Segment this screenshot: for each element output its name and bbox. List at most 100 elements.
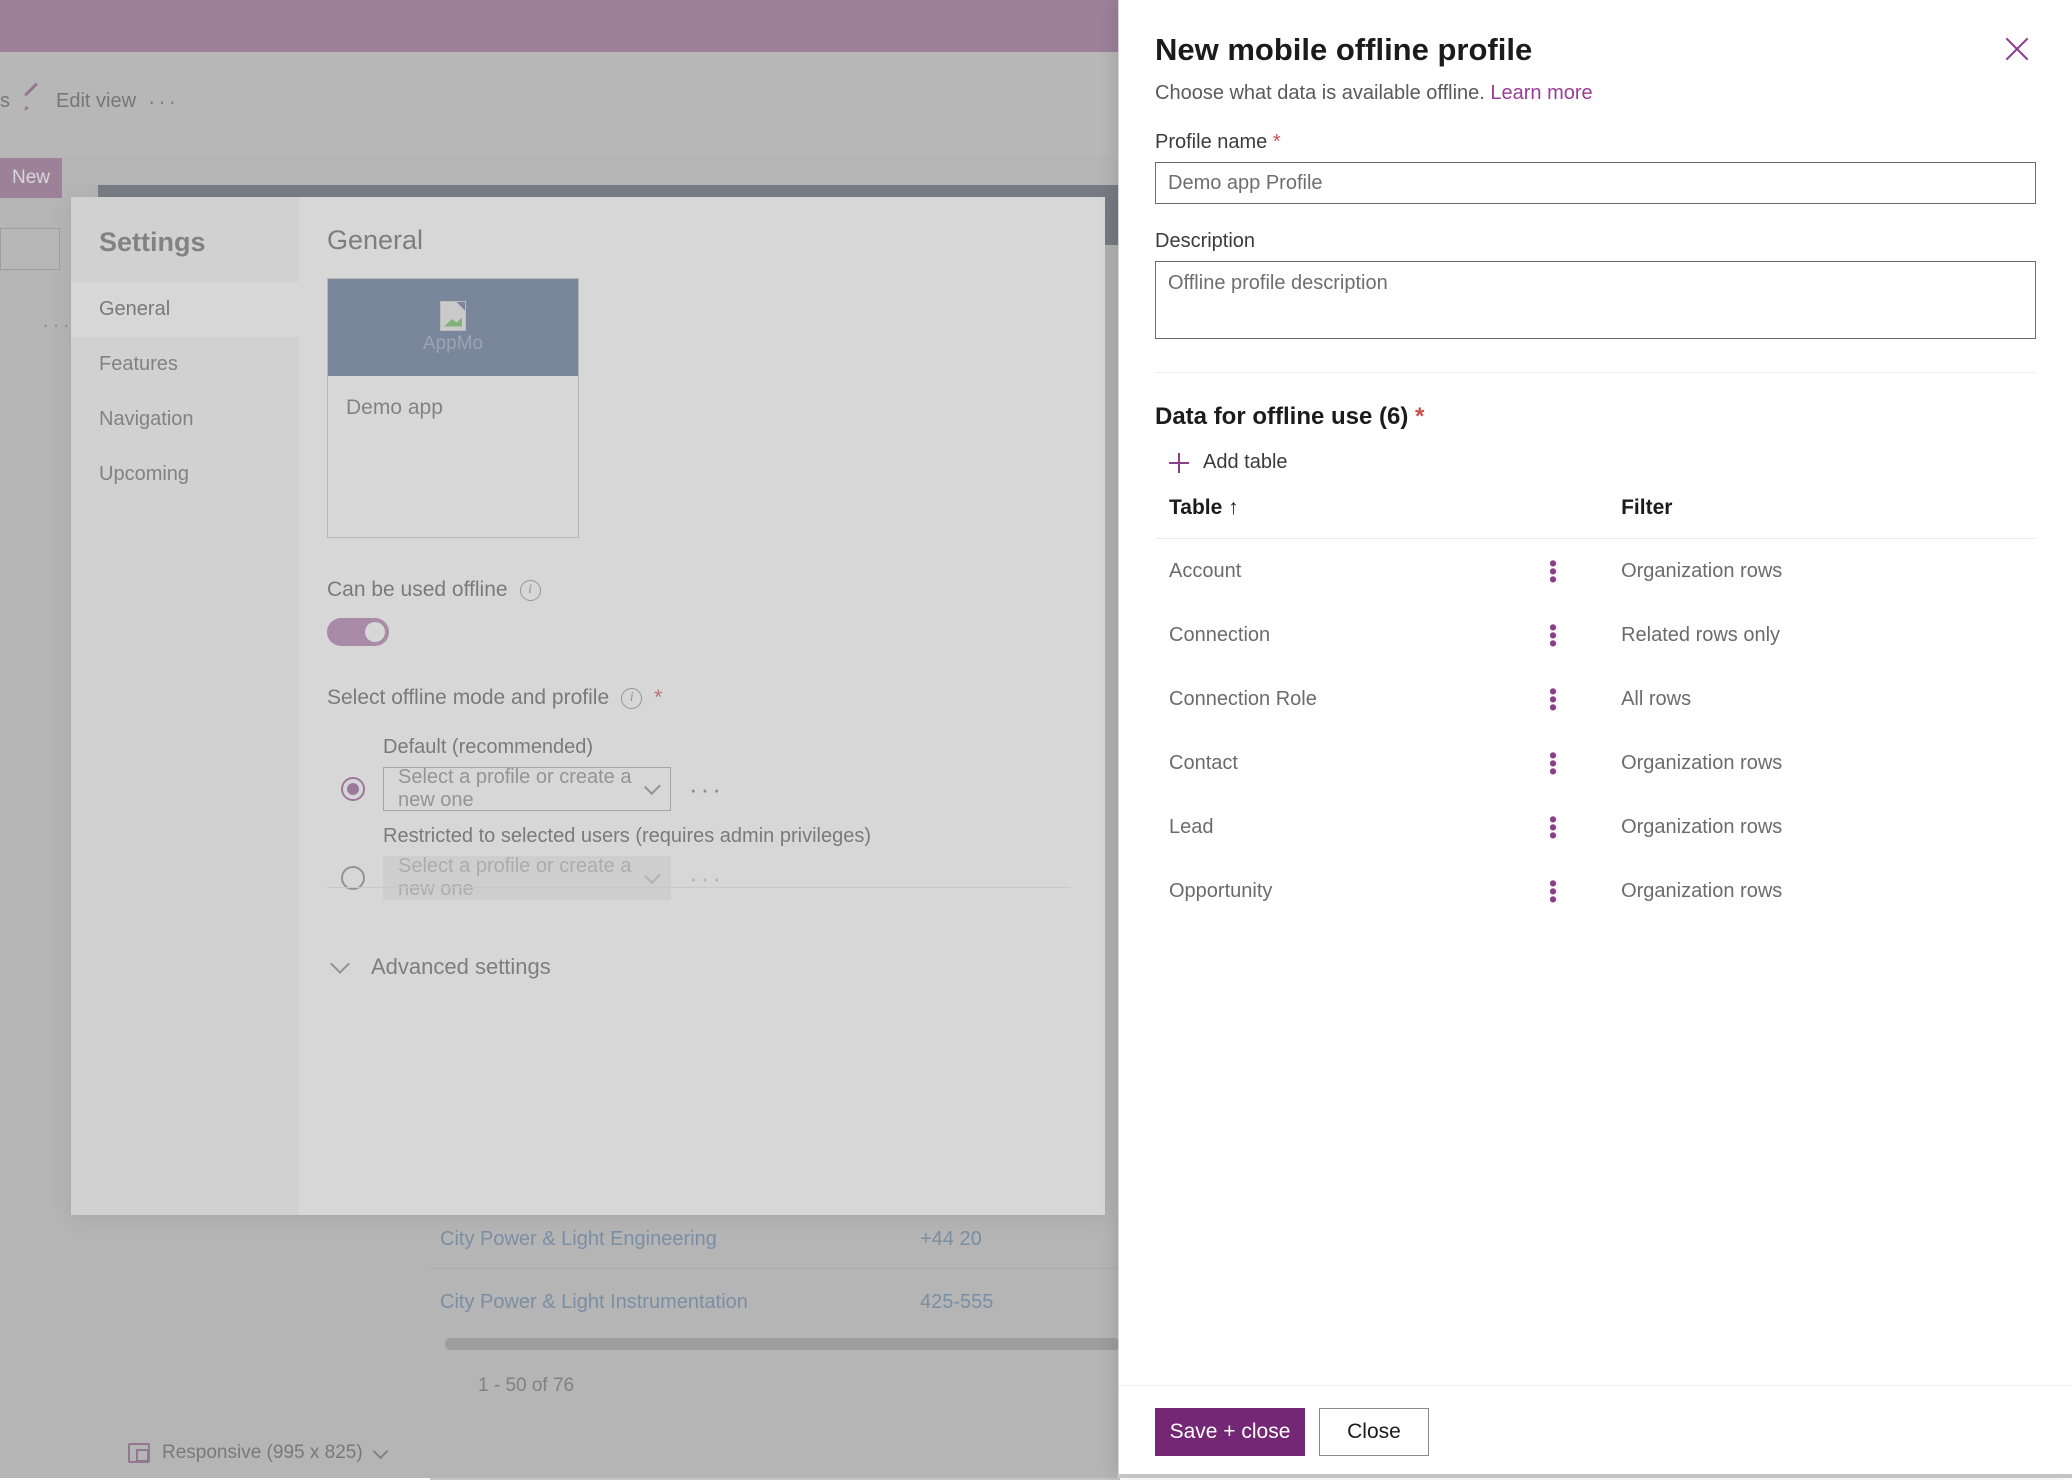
edit-view-button[interactable]: Edit view [56,90,136,113]
add-table-label: Add table [1203,451,1288,473]
search-input[interactable] [0,228,60,270]
app-preview-card: AppMo Demo app [327,278,579,538]
sidebar-item-general[interactable]: General [71,282,299,337]
new-mobile-offline-profile-panel: New mobile offline profile Choose what d… [1118,0,2072,1478]
cell-table-name: Lead [1169,815,1214,838]
sidebar-item-features[interactable]: Features [71,337,299,392]
info-icon[interactable]: i [519,579,541,601]
settings-nav-title: Settings [99,227,206,257]
panel-body: New mobile offline profile Choose what d… [1119,0,2072,1385]
table-row[interactable]: Lead • • • Organization rows [1155,795,2036,859]
profile-name-input[interactable] [1155,162,2036,204]
command-bar-items: s Edit view ··· [0,90,179,113]
settings-nav: Settings General Features Navigation Upc… [71,197,299,1215]
sidebar-item-navigation[interactable]: Navigation [71,392,299,447]
column-header-filter[interactable]: Filter [1583,496,2036,539]
screen-size-label: Responsive (995 x 825) [162,1442,363,1463]
cell-table-name: Opportunity [1169,879,1273,902]
grid-row[interactable]: City Power & Light Instrumentation 425-5… [440,1291,993,1314]
panel-header: New mobile offline profile [1155,24,2036,68]
can-be-used-offline-toggle[interactable] [327,618,389,646]
row-menu-icon[interactable]: • • • [1523,795,1583,859]
row-overflow-icon[interactable]: ··· [42,314,73,336]
profile-name-label-text: Profile name [1155,131,1268,153]
data-for-offline-use-title-text: Data for offline use (6) [1155,403,1409,430]
radio-default[interactable] [341,777,365,801]
table-header-row: Table ↑ Filter [1155,496,2036,539]
column-header-table-label: Table [1169,496,1223,519]
chevron-down-icon [330,954,350,974]
grid-row-phone: 425-555 [920,1291,994,1313]
broken-image-icon [440,300,466,331]
settings-dialog: Settings General Features Navigation Upc… [71,197,1105,1215]
grid-row-name[interactable]: City Power & Light Engineering [440,1228,717,1250]
panel-footer: Save + close Close [1119,1385,2072,1478]
offline-mode-default-caption: Default (recommended) [383,736,594,758]
default-profile-select[interactable]: Select a profile or create a new one [383,766,671,811]
can-be-used-offline-label: Can be used offline [327,578,508,601]
learn-more-link[interactable]: Learn more [1490,82,1592,104]
default-profile-overflow-icon[interactable]: ··· [689,776,724,802]
table-row[interactable]: Account • • • Organization rows [1155,539,2036,604]
grid-row-phone: +44 20 [920,1228,982,1250]
cell-table-name: Connection Role [1169,687,1317,710]
cell-table-name: Account [1169,559,1242,582]
cell-table-name: Contact [1169,751,1238,774]
sidebar-item-upcoming[interactable]: Upcoming [71,447,299,502]
cell-filter: Organization rows [1621,879,1783,902]
settings-divider [327,887,1071,888]
row-menu-icon[interactable]: • • • [1523,539,1583,604]
close-button[interactable]: Close [1319,1408,1429,1456]
panel-title: New mobile offline profile [1155,32,1533,67]
offline-mode-option-default: Default (recommended) Select a profile o… [327,736,1071,811]
required-marker: * [1415,403,1425,430]
settings-main-content: General AppMo Demo app Can be used offli… [299,197,1105,1215]
row-menu-icon[interactable]: • • • [1523,731,1583,795]
data-for-offline-use-title: Data for offline use (6) * [1155,403,2036,431]
command-overflow-icon[interactable]: ··· [148,90,179,112]
new-button[interactable]: New [0,158,62,198]
cell-filter: All rows [1621,687,1692,710]
column-header-kebab-spacer [1523,496,1584,539]
row-menu-icon[interactable]: • • • [1523,667,1583,731]
plus-icon [1169,452,1189,473]
info-icon[interactable]: i [621,687,643,709]
offline-mode-option-restricted: Restricted to selected users (requires a… [327,825,1071,900]
advanced-settings-toggle[interactable]: Advanced settings [327,954,1071,980]
table-row[interactable]: Connection • • • Related rows only [1155,603,2036,667]
table-row[interactable]: Opportunity • • • Organization rows [1155,859,2036,923]
advanced-settings-label: Advanced settings [371,954,551,979]
row-menu-icon[interactable]: • • • [1523,859,1583,923]
grid-row[interactable]: City Power & Light Engineering +44 20 [440,1228,982,1251]
command-truncated-label: s [0,90,10,112]
grid-row-divider [430,1268,1120,1269]
record-count-label: 1 - 50 of 76 [478,1375,575,1396]
add-table-button[interactable]: Add table [1169,451,2036,474]
app-card-banner: AppMo [328,279,578,376]
offline-tables-table: Table ↑ Filter Account • • • Organization … [1155,496,2036,923]
restricted-profile-overflow-icon: ··· [689,863,724,893]
restricted-profile-select: Select a profile or create a new one [383,855,671,900]
table-row[interactable]: Contact • • • Organization rows [1155,731,2036,795]
app-card-name: Demo app [346,396,443,419]
description-textarea[interactable]: Offline profile description [1155,261,2036,339]
row-menu-icon[interactable]: • • • [1523,603,1583,667]
close-icon[interactable] [2002,34,2032,64]
horizontal-scrollbar[interactable] [445,1338,1120,1350]
cell-filter: Organization rows [1621,559,1783,582]
page-title: General [327,225,424,255]
sort-ascending-icon: ↑ [1228,496,1239,519]
description-label: Description [1155,230,1256,252]
default-profile-select-value: Select a profile or create a new one [398,766,632,811]
save-and-close-button[interactable]: Save + close [1155,1408,1305,1456]
select-offline-mode-label: Select offline mode and profile [327,686,610,709]
column-header-table[interactable]: Table ↑ [1155,496,1524,539]
chevron-down-icon[interactable] [372,1443,388,1459]
cell-filter: Organization rows [1621,751,1783,774]
grid-row-name[interactable]: City Power & Light Instrumentation [440,1291,748,1313]
responsive-screen-icon [128,1443,150,1463]
required-marker: * [1272,131,1281,153]
select-offline-mode-row: Select offline mode and profile i * [327,686,1071,710]
table-row[interactable]: Connection Role • • • All rows [1155,667,2036,731]
can-be-used-offline-row: Can be used offline i [327,578,1071,602]
